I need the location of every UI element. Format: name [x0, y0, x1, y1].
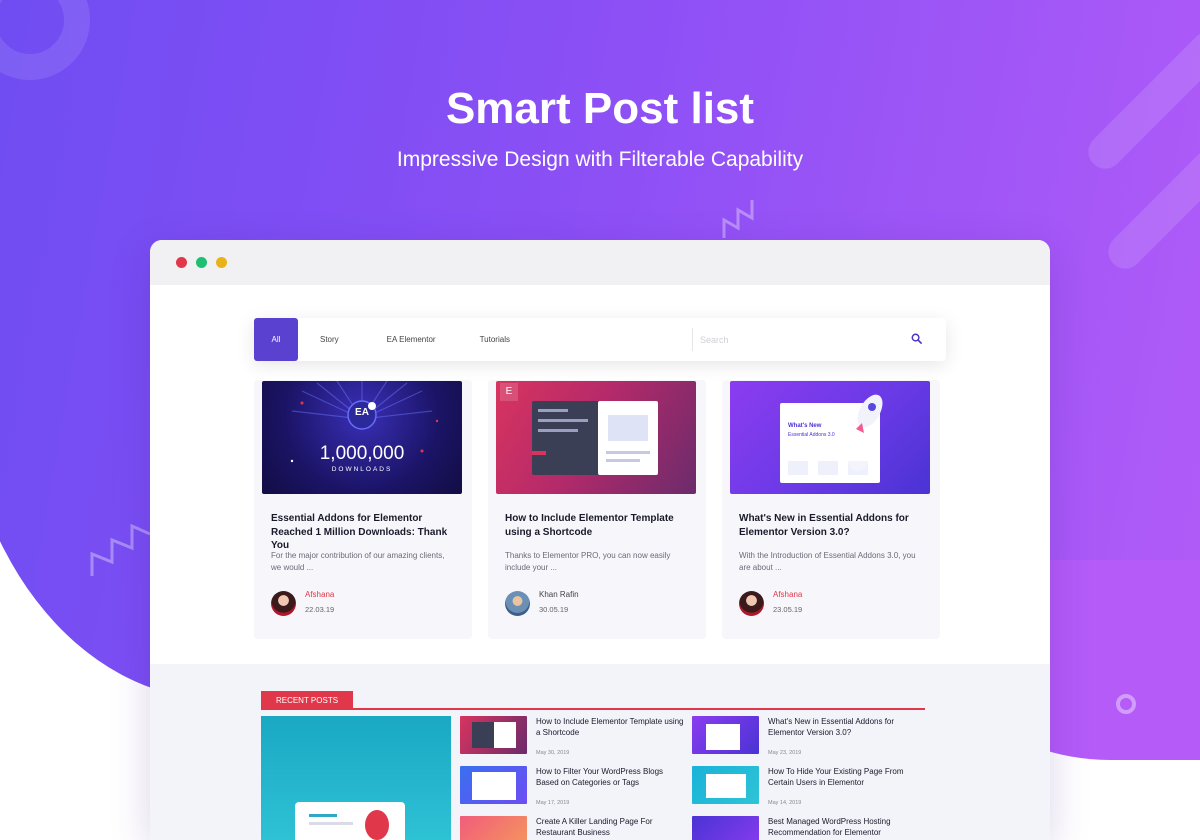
whats-new-sub: Essential Addons 3.0	[788, 432, 835, 438]
tab-tutorials[interactable]: Tutorials	[458, 318, 532, 361]
downloads-label: DOWNLOADS	[331, 466, 393, 473]
recent-post-date: May 30, 2019	[536, 750, 570, 756]
post-author[interactable]: Afshana	[305, 590, 334, 599]
recent-post-title[interactable]: How to Filter Your WordPress Blogs Based…	[536, 766, 686, 788]
recent-thumbnail[interactable]	[460, 816, 527, 840]
browser-window: All Story EA Elementor Tutorials Search …	[150, 240, 1050, 840]
recent-post-title[interactable]: What's New in Essential Addons for Eleme…	[768, 716, 918, 738]
search-input[interactable]	[700, 334, 890, 345]
avatar	[505, 591, 530, 616]
whats-new-heading: What's New	[788, 423, 822, 429]
window-titlebar	[150, 240, 1050, 285]
hero-title: Smart Post list	[445, 84, 755, 133]
recent-post-date: May 23, 2019	[768, 750, 802, 756]
avatar	[271, 591, 296, 616]
recent-post-item[interactable]: How to Filter Your WordPress Blogs Based…	[460, 766, 682, 810]
recent-divider	[261, 708, 925, 710]
post-excerpt: With the Introduction of Essential Addon…	[739, 551, 916, 572]
post-grid: EA 1,000,000 DOWNLOADS Essential Addons …	[254, 380, 940, 639]
recent-thumbnail[interactable]	[692, 816, 759, 840]
post-card[interactable]: E How to Include Elementor Template usin…	[488, 380, 706, 639]
post-excerpt: Thanks to Elementor PRO, you can now eas…	[505, 551, 671, 572]
avatar	[739, 591, 764, 616]
post-date: 23.05.19	[773, 605, 803, 614]
recent-post-title[interactable]: How to Include Elementor Template using …	[536, 716, 686, 738]
post-date: 30.05.19	[539, 605, 569, 614]
post-card[interactable]: What's New Essential Addons 3.0 What's N…	[722, 380, 940, 639]
downloads-number: 1,000,000	[319, 443, 405, 464]
recent-thumbnail[interactable]	[692, 766, 759, 804]
recent-post-date: May 14, 2019	[768, 800, 802, 806]
recent-post-item[interactable]: What's New in Essential Addons for Eleme…	[692, 716, 914, 760]
maximize-dot[interactable]	[196, 257, 207, 268]
filter-bar: All Story EA Elementor Tutorials	[254, 318, 946, 361]
post-title[interactable]: Essential Addons for Elementor Reached 1…	[271, 512, 461, 553]
post-card[interactable]: EA 1,000,000 DOWNLOADS Essential Addons …	[254, 380, 472, 639]
featured-post-image[interactable]	[261, 716, 451, 840]
recent-posts-section: RECENT POSTS How to Include Elementor Te…	[150, 664, 1050, 840]
tab-story[interactable]: Story	[298, 318, 361, 361]
recent-thumbnail[interactable]	[460, 766, 527, 804]
post-thumbnail[interactable]: EA 1,000,000 DOWNLOADS	[262, 381, 462, 494]
post-thumbnail[interactable]: What's New Essential Addons 3.0	[730, 381, 930, 494]
tab-all[interactable]: All	[254, 318, 298, 361]
recent-thumbnail[interactable]	[692, 716, 759, 754]
recent-post-title[interactable]: How To Hide Your Existing Page From Cert…	[768, 766, 918, 788]
close-dot[interactable]	[176, 257, 187, 268]
elementor-logo: E	[500, 383, 518, 401]
minimize-dot[interactable]	[216, 257, 227, 268]
recent-post-item[interactable]: How To Hide Your Existing Page From Cert…	[692, 766, 914, 810]
search-icon[interactable]	[911, 333, 922, 344]
post-title[interactable]: What's New in Essential Addons for Eleme…	[739, 512, 929, 539]
recent-post-title[interactable]: Best Managed WordPress Hosting Recommend…	[768, 816, 918, 838]
recent-post-item[interactable]: Best Managed WordPress Hosting Recommend…	[692, 816, 914, 840]
ea-logo-text: EA	[355, 407, 369, 418]
post-title[interactable]: How to Include Elementor Template using …	[505, 512, 695, 539]
recent-thumbnail[interactable]	[460, 716, 527, 754]
post-author[interactable]: Afshana	[773, 590, 802, 599]
search-box	[692, 328, 922, 351]
rocket-icon	[856, 394, 883, 433]
decorative-zigzag	[722, 200, 754, 238]
hero-subtitle: Impressive Design with Filterable Capabi…	[396, 148, 804, 171]
mock-page	[598, 401, 658, 475]
decorative-small-ring	[1116, 694, 1136, 714]
post-excerpt: For the major contribution of our amazin…	[271, 551, 445, 572]
post-thumbnail[interactable]: E	[496, 381, 696, 494]
post-author[interactable]: Khan Rafin	[539, 590, 579, 599]
recent-posts-label: RECENT POSTS	[261, 691, 353, 709]
mock-panel	[532, 401, 604, 475]
tab-ea-elementor[interactable]: EA Elementor	[361, 318, 458, 361]
mock-card	[295, 802, 405, 840]
post-date: 22.03.19	[305, 605, 335, 614]
recent-post-date: May 17, 2019	[536, 800, 570, 806]
recent-post-title[interactable]: Create A Killer Landing Page For Restaur…	[536, 816, 686, 838]
decorative-zigzag	[90, 523, 151, 576]
rays-graphic	[290, 381, 439, 463]
recent-post-item[interactable]: How to Include Elementor Template using …	[460, 716, 684, 760]
recent-post-item[interactable]: Create A Killer Landing Page For Restaur…	[460, 816, 682, 840]
